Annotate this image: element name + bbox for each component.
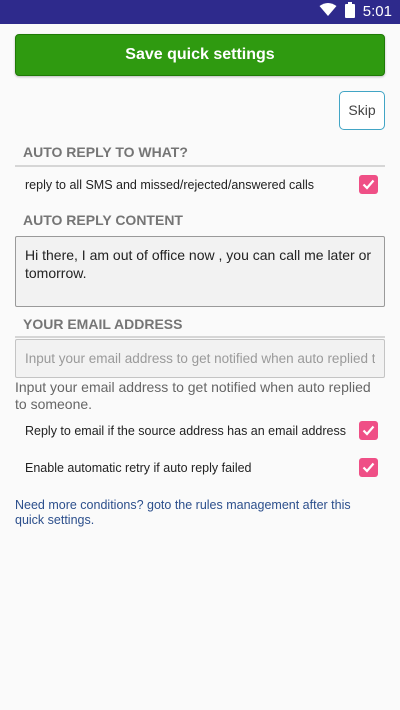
skip-button[interactable]: Skip [339,91,385,130]
option-label: Enable automatic retry if auto reply fai… [25,461,252,475]
option-row-email-reply: Reply to email if the source address has… [15,419,385,443]
email-input[interactable] [15,339,385,378]
reply-to-email-checkbox[interactable] [359,421,378,440]
status-bar: 5:01 [0,0,400,24]
section-header-auto-reply-content: AUTO REPLY CONTENT [23,212,183,228]
email-helper-text: Input your email address to get notified… [15,379,371,412]
reply-all-checkbox[interactable] [359,175,378,194]
rules-management-link[interactable]: Need more conditions? goto the rules man… [15,498,375,528]
reply-target-option-label: reply to all SMS and missed/rejected/ans… [25,178,315,192]
section-header-auto-reply-target: AUTO REPLY TO WHAT? [23,144,188,160]
section-divider [15,336,385,338]
status-icons: 5:01 [319,1,392,23]
checkmark-icon [362,179,375,190]
save-quick-settings-button[interactable]: Save quick settings [15,34,385,76]
auto-retry-checkbox[interactable] [359,458,378,477]
option-row-auto-retry: Enable automatic retry if auto reply fai… [15,456,385,480]
reply-target-option-row: reply to all SMS and missed/rejected/ans… [15,173,385,197]
checkmark-icon [362,425,375,436]
checkmark-icon [362,462,375,473]
section-header-email-address: YOUR EMAIL ADDRESS [23,316,183,332]
status-time: 5:01 [362,3,392,20]
section-divider [15,165,385,167]
wifi-icon [319,2,337,22]
battery-icon [344,1,355,23]
option-label: Reply to email if the source address has… [25,424,346,438]
auto-reply-message-field[interactable]: Hi there, I am out of office now , you c… [15,236,385,307]
